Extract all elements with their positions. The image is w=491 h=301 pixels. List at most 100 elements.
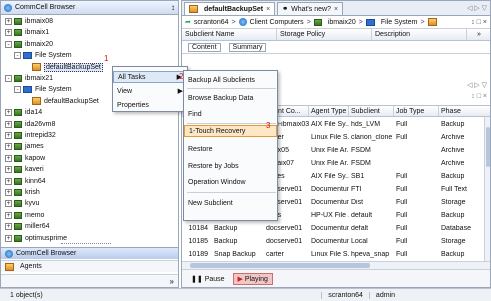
playing-button[interactable]: ▶ Playing bbox=[232, 272, 273, 285]
tree-item[interactable]: + kaveri bbox=[1, 165, 44, 174]
tree-item[interactable]: + miller64 bbox=[1, 222, 50, 231]
tab-defaultbackupset[interactable]: defaultBackupSet × bbox=[184, 2, 276, 15]
expand-icon[interactable]: + bbox=[5, 223, 12, 231]
menu-item-browse-backup-data[interactable]: Browse Backup Data bbox=[184, 92, 277, 104]
scroll-thumb[interactable] bbox=[486, 127, 490, 167]
back-arrow-icon[interactable]: ➦ bbox=[185, 18, 191, 26]
pane-window-buttons[interactable]: ↕ □ × bbox=[471, 19, 490, 26]
play-icon: ▶ bbox=[237, 275, 243, 283]
table-row[interactable]: 10184 Backup docserve01 Documentum defalt Ful… bbox=[182, 223, 484, 234]
expand-icon[interactable]: + bbox=[5, 29, 12, 37]
table-row[interactable]: 10185 Backup docserve01 Documentum Local Full… bbox=[182, 236, 484, 247]
menu-item-backup-all-subclients[interactable]: Backup All Subclients bbox=[184, 74, 277, 86]
collapse-icon[interactable]: - bbox=[5, 40, 12, 48]
tree-item[interactable]: + ida14 bbox=[1, 108, 42, 117]
callout-number: 3 bbox=[266, 121, 271, 130]
menu-item[interactable]: All Tasks ▶ bbox=[113, 71, 187, 83]
menu-item-find[interactable]: Find bbox=[184, 108, 277, 120]
col-description[interactable]: Description bbox=[372, 29, 467, 40]
expand-icon[interactable]: + bbox=[5, 234, 12, 242]
table-row[interactable]: 10189 Snap Backup carter Linux File S...hpe… bbox=[182, 249, 484, 260]
expand-icon[interactable]: + bbox=[5, 132, 12, 139]
col-agent-type[interactable]: Agent Type bbox=[309, 106, 349, 116]
expand-icon[interactable]: + bbox=[5, 18, 12, 25]
tree-item[interactable]: + ibmaix1 bbox=[1, 28, 49, 37]
collapse-icon[interactable]: - bbox=[14, 52, 21, 60]
jobs-vertical-scrollbar[interactable] bbox=[484, 117, 490, 261]
tab-summary[interactable]: Summary bbox=[228, 42, 267, 52]
expand-icon[interactable]: + bbox=[5, 189, 12, 196]
tree-item[interactable]: defaultBackupSet bbox=[1, 97, 99, 106]
tree-item[interactable]: + krish bbox=[1, 188, 40, 197]
tree-item[interactable]: - File System bbox=[1, 51, 72, 60]
expand-icon[interactable]: + bbox=[5, 166, 12, 174]
pin-icon[interactable]: ↕ bbox=[171, 3, 175, 12]
tree-item[interactable]: defaultBackupSet bbox=[1, 62, 103, 72]
tree-item[interactable]: + kapow bbox=[1, 154, 45, 163]
jobs-horizontal-scrollbar[interactable] bbox=[182, 261, 490, 269]
commcell-browser-title: CommCell Browser bbox=[15, 4, 76, 11]
expand-icon[interactable]: + bbox=[5, 120, 12, 128]
collapse-icon[interactable]: - bbox=[14, 86, 21, 94]
col-storage-policy[interactable]: Storage Policy bbox=[277, 29, 372, 40]
tree-item[interactable]: + ida26vm8 bbox=[1, 120, 55, 129]
menu-item[interactable]: View ▶ bbox=[113, 85, 187, 97]
expand-icon[interactable]: + bbox=[5, 154, 12, 162]
menu-item-1-touch-recovery[interactable]: 1-Touch Recovery bbox=[184, 125, 277, 137]
menu-item-operation-window[interactable]: Operation Window bbox=[184, 176, 277, 188]
menu-item-restore-by-jobs[interactable]: Restore by Jobs bbox=[184, 160, 277, 172]
computer-icon bbox=[14, 75, 22, 82]
commcell-browser-pane: CommCell Browser ↕ + ibmaix08 + ibmaix1 - ibm… bbox=[0, 0, 179, 288]
breadcrumb-item[interactable]: ibmaix20 bbox=[328, 19, 356, 26]
cell-job-type: Full bbox=[396, 251, 408, 258]
expand-icon[interactable]: + bbox=[5, 200, 12, 208]
tree-item[interactable]: + optimusprime bbox=[1, 234, 67, 243]
tab-nav-buttons[interactable]: ◁ ▷ ▽ bbox=[467, 4, 490, 12]
tab-whats-new[interactable]: ⚭ What's new? × bbox=[277, 2, 344, 15]
tree-item[interactable]: - ibmaix21 bbox=[1, 74, 53, 83]
file-system-icon bbox=[365, 18, 375, 26]
breadcrumb-item[interactable]: File System bbox=[381, 19, 418, 26]
cell-agent-type: Unix File Ar... bbox=[311, 147, 349, 154]
expand-icon[interactable]: + bbox=[5, 211, 12, 219]
tree-item[interactable]: - File System bbox=[1, 85, 72, 94]
tree-item[interactable]: + memo bbox=[1, 211, 44, 220]
col-subclient-name[interactable]: Subclient Name bbox=[182, 29, 277, 40]
expand-icon[interactable]: + bbox=[5, 143, 12, 151]
tree-item[interactable]: - ibmaix20 bbox=[1, 40, 53, 49]
menu-item-new-subclient[interactable]: New Subclient bbox=[184, 197, 277, 209]
chevron-down-icon[interactable]: » bbox=[467, 29, 488, 40]
expand-icon[interactable]: + bbox=[5, 177, 12, 185]
menu-item[interactable]: Properties bbox=[113, 99, 187, 111]
col-job-type[interactable]: Job Type bbox=[394, 106, 439, 116]
cell-agent-type: Documentum bbox=[311, 238, 349, 245]
close-icon[interactable]: × bbox=[334, 6, 338, 13]
tree-item[interactable]: + intrepid32 bbox=[1, 131, 56, 140]
scroll-thumb[interactable] bbox=[190, 263, 370, 268]
col-phase[interactable]: Phase bbox=[439, 106, 490, 116]
tab-agents[interactable]: Agents bbox=[1, 260, 178, 272]
more-tabs-button[interactable]: » bbox=[1, 274, 178, 287]
tree-item-label: kapow bbox=[25, 154, 46, 162]
cell-phase: Archive bbox=[441, 134, 465, 141]
tree-item[interactable]: + kinn64 bbox=[1, 177, 46, 186]
tab-commcell-browser[interactable]: CommCell Browser bbox=[1, 247, 178, 259]
tree-item[interactable]: + kyvu bbox=[1, 199, 39, 208]
expand-icon[interactable]: + bbox=[5, 109, 12, 117]
tree-item-label: File System bbox=[35, 52, 72, 60]
close-icon[interactable]: × bbox=[266, 6, 270, 13]
menu-item-restore[interactable]: Restore bbox=[184, 143, 277, 155]
breadcrumb-item[interactable]: scranton64 bbox=[194, 19, 229, 26]
tree-item[interactable]: + james bbox=[1, 142, 44, 151]
pause-button[interactable]: ❚❚ Pause bbox=[186, 273, 230, 285]
col-subclient[interactable]: Subclient bbox=[349, 106, 394, 116]
breadcrumb-item[interactable]: Client Computers bbox=[250, 19, 304, 26]
cell-job-type: Full bbox=[396, 212, 408, 219]
tab-content[interactable]: Content bbox=[188, 42, 221, 52]
splitter-grip[interactable] bbox=[61, 243, 111, 246]
cell-subclient: SB1 bbox=[351, 173, 365, 180]
computer-icon bbox=[14, 154, 22, 162]
tree-item[interactable]: + ibmaix08 bbox=[1, 17, 53, 26]
collapse-icon[interactable]: - bbox=[5, 75, 12, 82]
file-system-icon bbox=[23, 52, 32, 60]
